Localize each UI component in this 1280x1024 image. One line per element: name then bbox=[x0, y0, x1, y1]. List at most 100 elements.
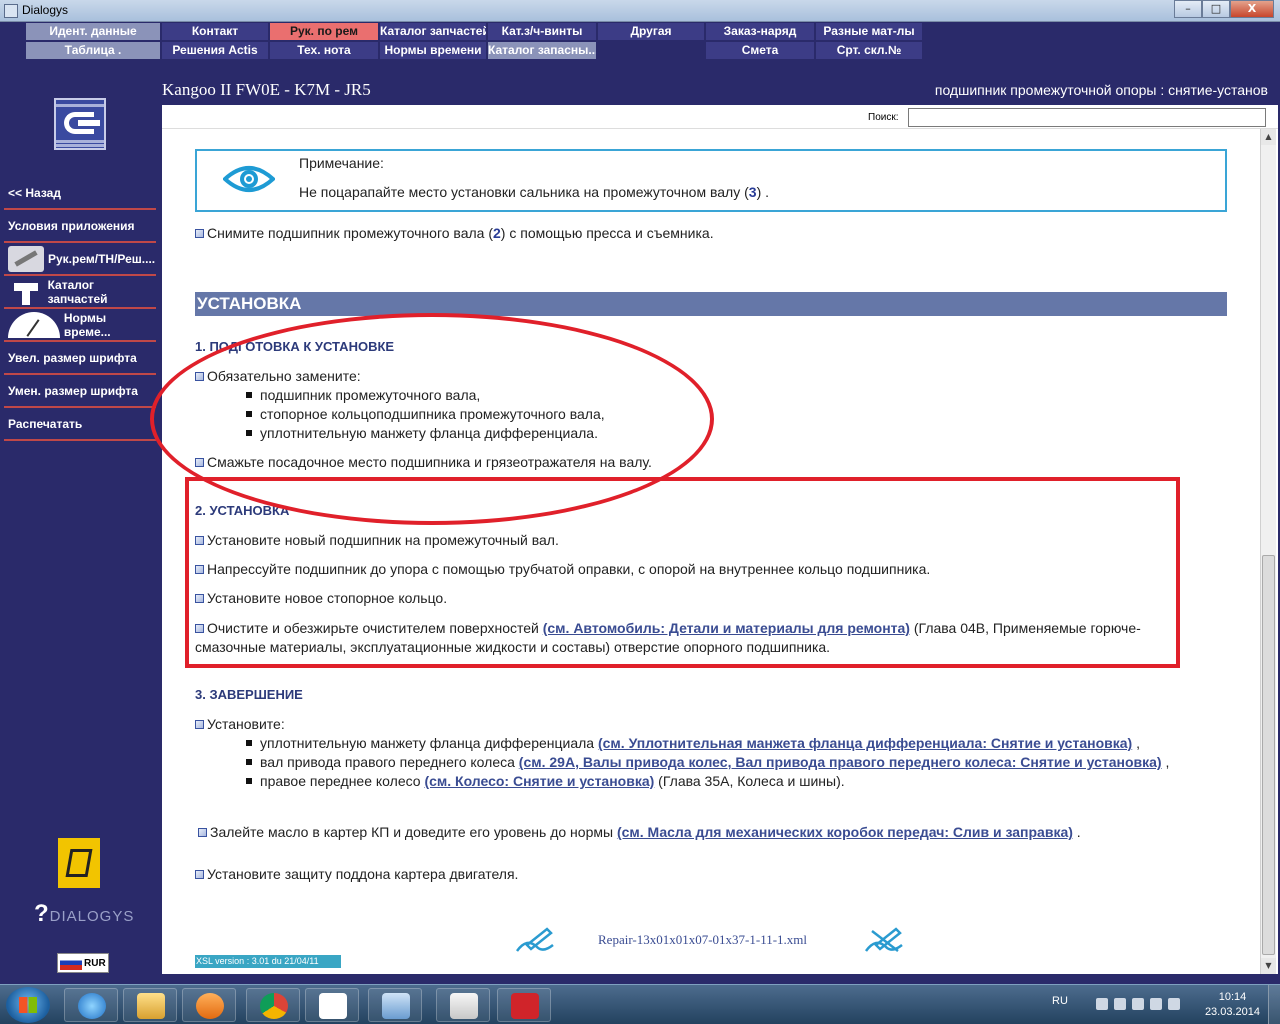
java-icon bbox=[450, 993, 478, 1019]
menu-table[interactable]: Таблица . bbox=[26, 42, 160, 59]
sidebar-item-label: Умен. размер шрифта bbox=[8, 384, 138, 398]
eye-icon bbox=[223, 166, 275, 192]
document-filename: Repair-13x01x01x07-01x37-1-11-1.xml bbox=[598, 932, 808, 947]
list-item: уплотнительную манжету фланца дифференци… bbox=[246, 735, 1140, 751]
note-text: Не поцарапайте место установки сальника … bbox=[299, 184, 770, 200]
vertical-scrollbar[interactable]: ▲ ▼ bbox=[1260, 129, 1276, 974]
operation-title: подшипник промежуточной опоры : снятие-у… bbox=[934, 82, 1268, 98]
repair-logo bbox=[54, 98, 106, 150]
currency-button[interactable]: RUR bbox=[57, 953, 109, 973]
taskbar-chrome[interactable] bbox=[246, 988, 300, 1022]
russia-flag-icon bbox=[60, 956, 82, 970]
search-input[interactable] bbox=[908, 108, 1266, 127]
sidebar-item-times[interactable]: Нормы време... bbox=[4, 310, 156, 342]
square-bullet-icon bbox=[198, 828, 207, 837]
menu-parts-catalog[interactable]: Каталог запчастей bbox=[380, 23, 486, 40]
vehicle-title: Kangoo II FW0E - K7M - JR5 bbox=[162, 80, 371, 99]
search-row: Поиск: bbox=[162, 105, 1278, 129]
section-heading: УСТАНОВКА bbox=[195, 292, 1227, 316]
step-guard: Установите защиту поддона картера двигат… bbox=[195, 866, 518, 882]
sidebar-item-repair[interactable]: Рук.рем/ТН/Реш.... bbox=[4, 244, 156, 276]
sidebar-item-label: Условия приложения bbox=[8, 219, 135, 233]
dialogys-logo: ?DIALOGYS bbox=[34, 900, 135, 927]
taskbar-pdf[interactable] bbox=[497, 988, 551, 1022]
menu-actis[interactable]: Решения Actis bbox=[162, 42, 268, 59]
menu-stock-number[interactable]: Срт. скл.№ bbox=[816, 42, 922, 59]
note-box: Примечание: Не поцарапайте место установ… bbox=[195, 149, 1227, 212]
tray-arrow-icon[interactable] bbox=[1096, 998, 1108, 1010]
square-bullet-icon bbox=[195, 870, 204, 879]
currency-label: RUR bbox=[84, 957, 106, 969]
pdf-icon bbox=[511, 993, 539, 1019]
sidebar-item-label: Распечатать bbox=[8, 417, 83, 431]
sidebar-item-parts[interactable]: Каталог запчастей bbox=[4, 277, 156, 309]
menu-estimate[interactable]: Смета bbox=[706, 42, 814, 59]
close-button[interactable]: X bbox=[1230, 0, 1274, 18]
tool-icon bbox=[8, 246, 44, 272]
minimize-button[interactable]: – bbox=[1174, 0, 1202, 18]
language-indicator[interactable]: RU bbox=[1052, 995, 1068, 1007]
gauge-icon bbox=[8, 312, 60, 338]
menu-labour-times[interactable]: Нормы времени bbox=[380, 42, 486, 59]
media-player-icon bbox=[196, 993, 224, 1019]
window-title: Dialogys bbox=[22, 3, 69, 17]
folder-icon bbox=[137, 993, 165, 1019]
start-button[interactable] bbox=[6, 987, 50, 1023]
taskbar-ie[interactable] bbox=[64, 988, 118, 1022]
taskbar: RU 10:14 23.03.2014 bbox=[0, 984, 1280, 1024]
sidebar-item-font-down[interactable]: Умен. размер шрифта bbox=[4, 376, 156, 408]
menu-repair-manual[interactable]: Рук. по рем bbox=[270, 23, 378, 40]
menu-screws-catalog[interactable]: Кат.з/ч-винты bbox=[488, 23, 596, 40]
sidebar: << Назад Условия приложения Рук.рем/ТН/Р… bbox=[0, 62, 160, 974]
sidebar-item-label: Нормы време... bbox=[63, 311, 111, 339]
link-wheel[interactable]: (см. Колесо: Снятие и установка) bbox=[424, 773, 654, 789]
scroll-thumb[interactable] bbox=[1262, 555, 1275, 955]
menu-tech-note[interactable]: Тех. нота bbox=[270, 42, 378, 59]
step-remove-bearing: Снимите подшипник промежуточного вала (2… bbox=[195, 225, 714, 241]
list-item: правое переднее колесо (см. Колесо: Снят… bbox=[246, 773, 845, 789]
sidebar-item-back[interactable]: << Назад bbox=[4, 178, 156, 210]
clock[interactable]: 10:14 23.03.2014 bbox=[1205, 990, 1260, 1020]
menu-ident[interactable]: Идент. данные bbox=[26, 23, 160, 40]
speaker-icon bbox=[382, 993, 410, 1019]
taskbar-explorer[interactable] bbox=[123, 988, 177, 1022]
edit-pen-icon[interactable] bbox=[513, 925, 557, 955]
link-seal[interactable]: (см. Уплотнительная манжета фланца диффе… bbox=[598, 735, 1132, 751]
sidebar-item-label: Рук.рем/ТН/Реш.... bbox=[48, 252, 156, 266]
scroll-down-icon[interactable]: ▼ bbox=[1261, 958, 1276, 974]
window-titlebar: Dialogys – □ X bbox=[0, 0, 1280, 22]
menu-work-order[interactable]: Заказ-наряд bbox=[706, 23, 814, 40]
maximize-button[interactable]: □ bbox=[1202, 0, 1230, 18]
xsl-version: XSL version : 3.01 du 21/04/11 bbox=[195, 955, 341, 968]
link-driveshaft[interactable]: (см. 29A, Валы привода колес, Вал привод… bbox=[519, 754, 1162, 770]
wrench-catalog-icon bbox=[8, 279, 44, 305]
taskbar-yandex[interactable] bbox=[305, 988, 359, 1022]
menu-misc-materials[interactable]: Разные мат-лы bbox=[816, 23, 922, 40]
steam-icon[interactable] bbox=[1114, 998, 1126, 1010]
renault-logo bbox=[58, 838, 100, 888]
taskbar-java[interactable] bbox=[436, 988, 490, 1022]
menu-contact[interactable]: Контакт bbox=[162, 23, 268, 40]
sidebar-item-font-up[interactable]: Увел. размер шрифта bbox=[4, 343, 156, 375]
fit-intro: Установите: bbox=[195, 716, 285, 732]
menu-spares-catalog[interactable]: Каталог запасны... bbox=[488, 42, 596, 59]
edit-pen-disabled-icon[interactable] bbox=[862, 925, 906, 955]
app-icon bbox=[4, 4, 18, 18]
top-menu: Идент. данные Контакт Рук. по рем Катало… bbox=[0, 22, 1280, 62]
annotation-rectangle bbox=[185, 477, 1180, 668]
note-title: Примечание: bbox=[299, 155, 384, 171]
taskbar-audio[interactable] bbox=[368, 988, 422, 1022]
menu-other[interactable]: Другая bbox=[598, 23, 704, 40]
flag-icon[interactable] bbox=[1150, 998, 1162, 1010]
show-desktop-button[interactable] bbox=[1268, 985, 1280, 1024]
network-icon[interactable] bbox=[1132, 998, 1144, 1010]
sidebar-item-conditions[interactable]: Условия приложения bbox=[4, 211, 156, 243]
sidebar-item-print[interactable]: Распечатать bbox=[4, 409, 156, 441]
scroll-up-icon[interactable]: ▲ bbox=[1261, 129, 1276, 145]
volume-icon[interactable] bbox=[1168, 998, 1180, 1010]
taskbar-media[interactable] bbox=[182, 988, 236, 1022]
document-content: Примечание: Не поцарапайте место установ… bbox=[150, 129, 1260, 974]
link-oil[interactable]: (см. Масла для механических коробок пере… bbox=[617, 824, 1073, 840]
square-bullet-icon bbox=[195, 720, 204, 729]
search-label: Поиск: bbox=[868, 112, 899, 123]
